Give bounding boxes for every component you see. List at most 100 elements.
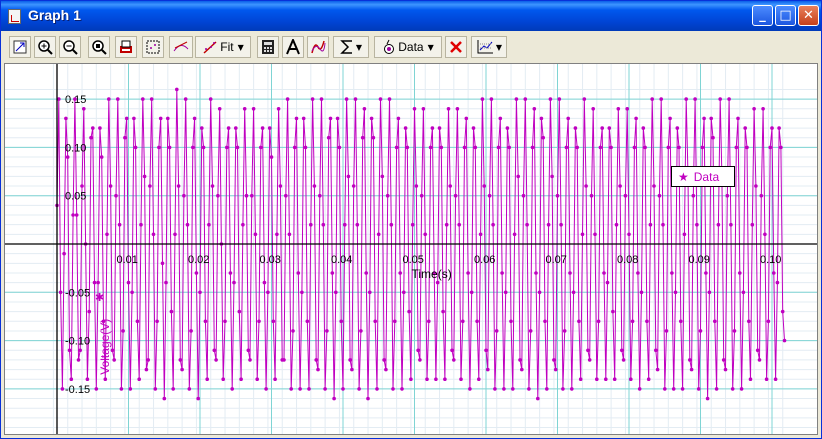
data-point	[666, 145, 671, 150]
data-point	[632, 145, 637, 150]
data-point	[201, 145, 206, 150]
data-point	[292, 145, 297, 150]
data-point	[598, 145, 603, 150]
data-point	[602, 271, 606, 275]
data-button[interactable]: Data ▼	[374, 36, 442, 58]
data-point	[133, 145, 138, 150]
data-point	[76, 358, 81, 362]
data-point	[305, 319, 310, 324]
function-button[interactable]	[307, 36, 329, 58]
data-point	[341, 387, 345, 391]
plot-area[interactable]: 0.01 0.02 0.03 0.04 0.05 0.06 0.07 0.08 0.09 0.10…	[4, 63, 818, 435]
zoom-in-icon	[38, 40, 53, 55]
data-point	[629, 377, 633, 382]
data-point	[242, 107, 247, 111]
data-point	[459, 377, 463, 382]
close-button[interactable]: ✕	[798, 5, 819, 26]
data-point	[552, 358, 556, 362]
data-point	[332, 396, 336, 401]
print-button[interactable]	[115, 36, 137, 58]
statistics-dropdown-arrow[interactable]: ▼	[356, 43, 362, 52]
data-point	[325, 329, 329, 333]
data-point	[663, 387, 667, 391]
data-point	[464, 116, 469, 121]
data-point	[655, 367, 660, 372]
legend[interactable]: ★ Data	[671, 166, 735, 187]
voltage-time-chart[interactable]: 0.01 0.02 0.03 0.04 0.05 0.06 0.07 0.08 0.09 0.10…	[5, 64, 817, 434]
data-point	[330, 271, 335, 275]
data-point	[162, 396, 167, 401]
zoom-out-button[interactable]	[59, 36, 81, 58]
data-point	[130, 290, 134, 295]
data-point	[98, 126, 102, 130]
data-point	[264, 387, 268, 391]
data-point	[391, 387, 395, 391]
data-dropdown-arrow[interactable]: ▼	[428, 43, 434, 52]
data-point	[500, 271, 504, 275]
fit-button[interactable]: Fit ▼	[195, 36, 251, 58]
data-point	[516, 174, 520, 179]
data-point	[514, 97, 519, 101]
data-point	[198, 290, 202, 295]
x-tick-label: 0.01	[117, 254, 138, 266]
statistics-button[interactable]: ▼	[333, 36, 369, 58]
data-point	[689, 367, 694, 372]
data-point	[573, 126, 578, 130]
data-point	[244, 193, 249, 198]
data-point	[67, 348, 72, 353]
data-point	[754, 184, 758, 188]
delete-button[interactable]	[445, 36, 467, 58]
data-point	[248, 358, 252, 362]
data-point	[555, 193, 560, 198]
graph-options-dropdown-arrow[interactable]: ▼	[496, 43, 502, 52]
data-point	[466, 271, 470, 275]
data-point	[457, 222, 462, 227]
data-point	[502, 387, 506, 391]
data-point	[559, 222, 563, 227]
data-point	[618, 184, 622, 188]
data-point	[294, 116, 299, 121]
data-point	[507, 145, 512, 150]
data-point	[228, 271, 233, 275]
data-point	[403, 126, 408, 130]
fit-dropdown-arrow[interactable]: ▼	[238, 43, 244, 52]
data-point	[761, 107, 765, 111]
data-point	[496, 145, 501, 150]
zoom-box-button[interactable]	[88, 36, 110, 58]
calculator-button[interactable]	[257, 36, 279, 58]
data-point	[713, 319, 717, 324]
data-point	[625, 107, 629, 111]
select-region-button[interactable]	[142, 36, 164, 58]
title-bar[interactable]: Graph 1 _ □ ✕	[1, 1, 821, 31]
minimize-button[interactable]: _	[752, 5, 773, 26]
autoscale-button[interactable]	[9, 36, 31, 58]
data-point	[734, 145, 739, 150]
maximize-button[interactable]: □	[775, 5, 796, 26]
tangent-button[interactable]	[169, 36, 193, 58]
data-point	[60, 387, 65, 391]
text-annotation-button[interactable]	[282, 36, 304, 58]
data-point	[85, 377, 90, 382]
data-point	[780, 309, 785, 314]
data-point	[512, 232, 517, 237]
data-point	[166, 116, 170, 121]
data-point	[487, 193, 492, 198]
data-point	[627, 232, 631, 237]
data-point	[128, 387, 133, 391]
zoom-in-button[interactable]	[34, 36, 56, 58]
data-point	[369, 116, 374, 121]
data-point	[350, 367, 354, 372]
sigma-icon	[340, 40, 352, 54]
data-point	[648, 222, 653, 227]
data-point	[747, 319, 751, 324]
data-point	[480, 97, 485, 101]
graph-options-button[interactable]: ▼	[471, 36, 507, 58]
data-point	[235, 145, 240, 150]
data-point	[214, 358, 218, 362]
data-point	[416, 348, 420, 353]
data-point	[278, 184, 283, 188]
data-point	[303, 145, 308, 150]
data-point	[259, 145, 263, 150]
data-point	[553, 367, 558, 372]
data-point	[714, 387, 719, 391]
